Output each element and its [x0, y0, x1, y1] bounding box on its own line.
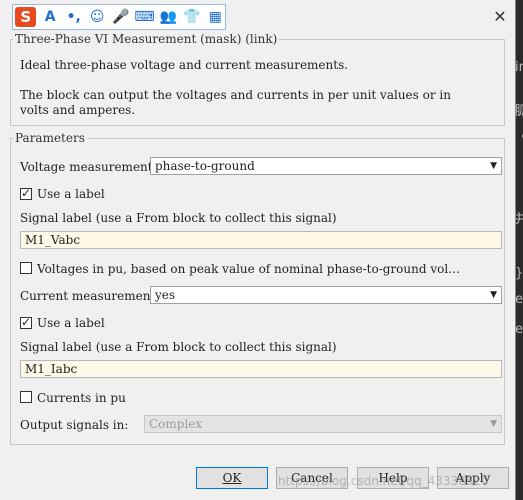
- use-label-2-text: Use a label: [37, 316, 105, 330]
- ime-punct-icon[interactable]: •,: [64, 7, 84, 27]
- currents-pu-text: Currents in pu: [37, 391, 126, 405]
- ime-emoji-icon[interactable]: ☺: [87, 7, 107, 27]
- ime-mic-icon[interactable]: 🎤: [111, 7, 131, 27]
- block-parameters-dialog: S A •, ☺ 🎤 ⌨ 👥 👕 ▦ ✕ Three-Phase VI Meas…: [0, 0, 516, 500]
- checkmark-icon: ✓: [21, 315, 32, 329]
- signal-label-1-input[interactable]: M1_Vabc: [20, 231, 502, 249]
- background-text-3: 《: [515, 126, 523, 145]
- currents-pu-checkbox[interactable]: [20, 391, 32, 403]
- voltages-pu-text: Voltages in pu, based on peak value of n…: [37, 262, 461, 276]
- use-label-1-text: Use a label: [37, 187, 105, 201]
- current-measurement-select[interactable]: yes ▼: [150, 286, 502, 304]
- ime-grid-icon[interactable]: ▦: [205, 7, 225, 27]
- ime-skin-icon[interactable]: 👕: [182, 7, 202, 27]
- description-title: Three-Phase VI Measurement (mask) (link): [15, 32, 278, 46]
- voltage-measurement-label: Voltage measurement: [20, 160, 153, 174]
- ime-keyboard-icon[interactable]: ⌨: [134, 7, 154, 27]
- ime-font-icon[interactable]: A: [40, 7, 60, 27]
- use-label-1-checkbox[interactable]: ✓: [20, 186, 32, 200]
- checkmark-icon: ✓: [21, 186, 32, 200]
- ok-button[interactable]: OK: [196, 467, 268, 489]
- voltage-measurement-value: phase-to-ground: [155, 159, 255, 173]
- chevron-down-icon: ▼: [490, 419, 497, 429]
- ok-button-label: OK: [222, 471, 242, 485]
- background-text-1: ir: [515, 60, 523, 75]
- background-text-4: 并: [515, 212, 523, 227]
- background-text-5: }: [515, 266, 523, 281]
- current-measurement-label: Current measurement: [20, 289, 156, 303]
- parameters-title: Parameters: [15, 131, 85, 145]
- ime-toolbar: S A •, ☺ 🎤 ⌨ 👥 👕 ▦: [12, 4, 226, 30]
- output-signals-value: Complex: [149, 417, 203, 431]
- output-signals-label: Output signals in:: [20, 418, 129, 432]
- signal-label-2-input[interactable]: M1_Iabc: [20, 360, 502, 378]
- signal-label-1-text: Signal label (use a From block to collec…: [20, 211, 337, 225]
- sogou-logo-icon[interactable]: S: [15, 7, 37, 27]
- close-icon[interactable]: ✕: [490, 6, 510, 26]
- ime-user-icon[interactable]: 👥: [158, 7, 178, 27]
- current-measurement-value: yes: [155, 288, 176, 302]
- voltages-pu-checkbox[interactable]: [20, 262, 32, 274]
- voltage-measurement-select[interactable]: phase-to-ground ▼: [150, 157, 502, 175]
- chevron-down-icon: ▼: [490, 290, 497, 300]
- use-label-2-checkbox[interactable]: ✓: [20, 315, 32, 329]
- chevron-down-icon: ▼: [490, 161, 497, 171]
- signal-label-2-text: Signal label (use a From block to collec…: [20, 340, 337, 354]
- background-text-6: e: [515, 292, 523, 307]
- output-signals-select: Complex ▼: [144, 415, 502, 433]
- description-line-1: Ideal three-phase voltage and current me…: [20, 58, 349, 72]
- watermark-text: https://blog.csdn.net/qq_43338520: [278, 474, 489, 488]
- background-text-2: 胍: [515, 104, 523, 119]
- description-line-2: The block can output the voltages and cu…: [20, 88, 451, 102]
- background-text-7: e: [515, 322, 523, 337]
- description-line-3: volts and amperes.: [20, 103, 136, 117]
